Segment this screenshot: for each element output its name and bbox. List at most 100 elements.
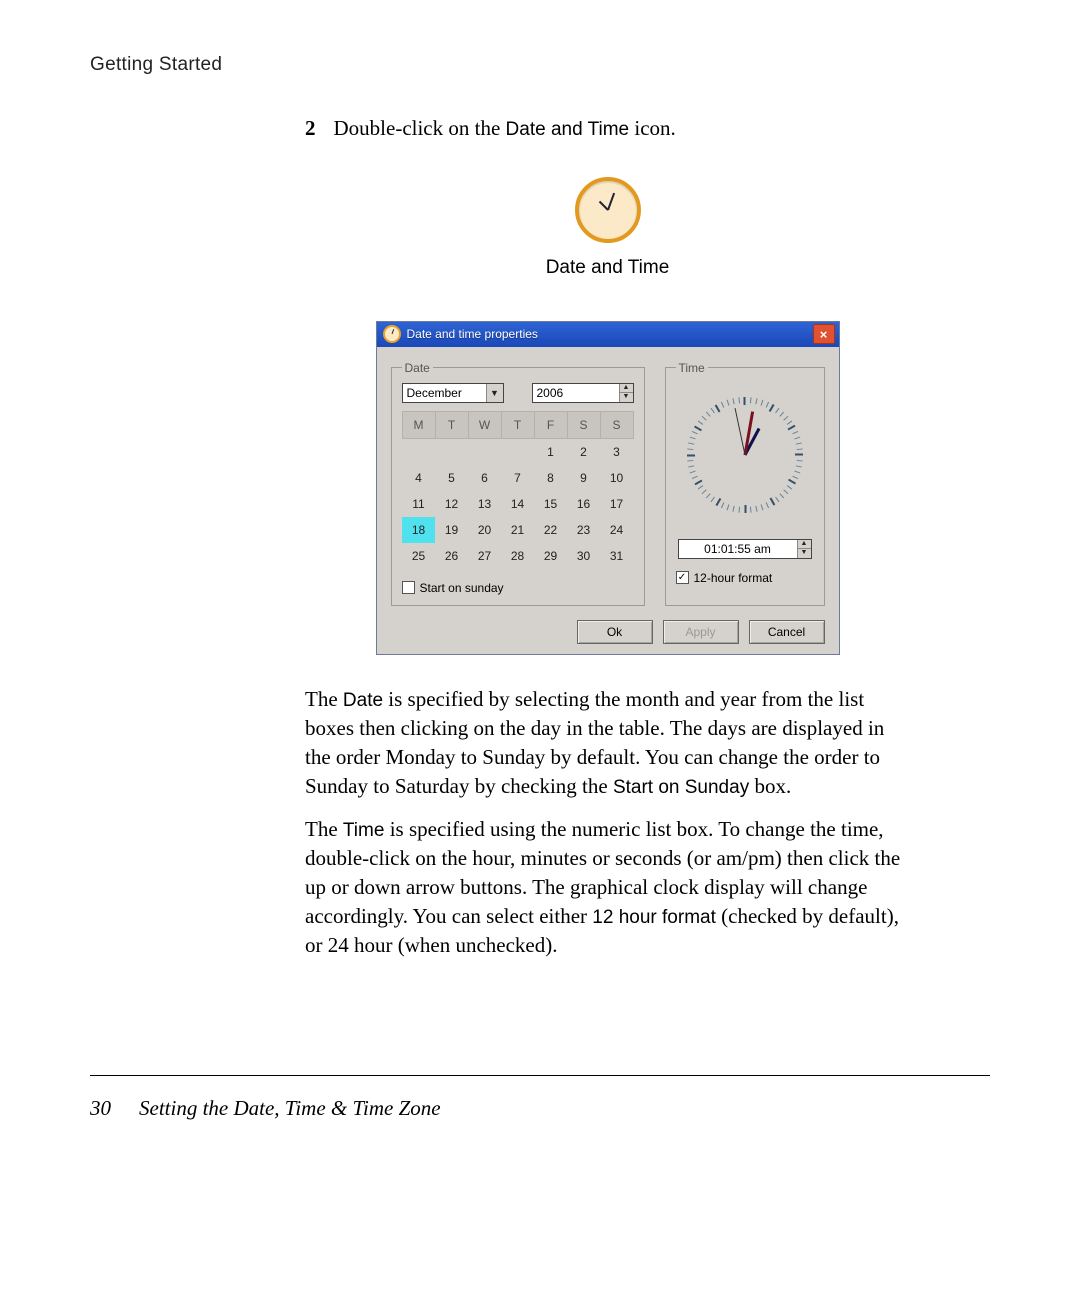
checkbox-box [402, 581, 415, 594]
year-input[interactable]: 2006 ▲▼ [532, 383, 634, 403]
ok-button[interactable]: Ok [577, 620, 653, 644]
step-number: 2 [305, 114, 316, 143]
ok-label: Ok [607, 625, 622, 639]
calendar-day[interactable]: 1 [534, 438, 567, 465]
year-value: 2006 [533, 384, 619, 402]
calendar-day[interactable]: 15 [534, 491, 567, 517]
start-sunday-checkbox[interactable]: Start on sunday [402, 581, 634, 595]
section-header: Getting Started [90, 54, 990, 76]
step-text-b: icon. [629, 116, 676, 140]
twelve-hour-checkbox[interactable]: ✓ 12-hour format [676, 571, 814, 585]
apply-label: Apply [685, 625, 715, 639]
date-time-dialog: Date and time properties × Date December… [376, 321, 840, 655]
calendar-table[interactable]: MTWTFSS123456789101112131415161718192021… [402, 411, 634, 569]
calendar-day[interactable]: 13 [468, 491, 501, 517]
calendar-day[interactable]: 3 [600, 438, 633, 465]
p2-ui-time: Time [343, 820, 385, 841]
calendar-day[interactable]: 21 [501, 517, 534, 543]
calendar-day[interactable]: 5 [435, 465, 468, 491]
calendar-dow: F [534, 411, 567, 438]
calendar-day[interactable]: 23 [567, 517, 600, 543]
time-spinner[interactable]: ▲▼ [797, 540, 811, 558]
calendar-day[interactable]: 30 [567, 543, 600, 569]
calendar-day[interactable]: 12 [435, 491, 468, 517]
calendar-day[interactable]: 31 [600, 543, 633, 569]
p2-ui-12hour: 12 hour format [592, 907, 716, 928]
calendar-day[interactable]: 9 [567, 465, 600, 491]
calendar-day[interactable]: 27 [468, 543, 501, 569]
calendar-day[interactable]: 17 [600, 491, 633, 517]
clock-icon [575, 177, 641, 243]
paragraph-date: The Date is specified by selecting the m… [305, 685, 910, 801]
apply-button[interactable]: Apply [663, 620, 739, 644]
dialog-titlebar: Date and time properties × [377, 322, 839, 347]
calendar-day[interactable]: 25 [402, 543, 435, 569]
calendar-day[interactable]: 29 [534, 543, 567, 569]
spin-down-icon: ▼ [797, 548, 811, 558]
p1-ui-date: Date [343, 690, 383, 711]
dialog-title: Date and time properties [407, 327, 813, 341]
p1c: box. [749, 774, 791, 798]
calendar-dow: W [468, 411, 501, 438]
step-ui-label: Date and Time [506, 119, 630, 140]
calendar-day[interactable]: 22 [534, 517, 567, 543]
footer-title: Setting the Date, Time & Time Zone [139, 1096, 441, 1120]
step-text-a: Double-click on the [334, 116, 506, 140]
p1a: The [305, 687, 343, 711]
calendar-day[interactable]: 2 [567, 438, 600, 465]
date-time-icon-block: Date and Time [305, 177, 910, 279]
calendar-day [402, 438, 435, 465]
page-number: 30 [90, 1096, 111, 1120]
calendar-day[interactable]: 7 [501, 465, 534, 491]
calendar-day[interactable]: 28 [501, 543, 534, 569]
analog-clock [685, 395, 805, 515]
date-fieldset: Date December ▼ 2006 ▲▼ MTWTFSS1234567 [391, 361, 645, 606]
calendar-day[interactable]: 19 [435, 517, 468, 543]
date-legend: Date [402, 361, 433, 375]
calendar-dow: S [600, 411, 633, 438]
twelve-hour-label: 12-hour format [694, 571, 773, 585]
calendar-day[interactable]: 18 [402, 517, 435, 543]
spin-down-icon: ▼ [619, 392, 633, 402]
calendar-dow: T [435, 411, 468, 438]
cancel-label: Cancel [768, 625, 805, 639]
calendar-day[interactable]: 20 [468, 517, 501, 543]
calendar-day[interactable]: 10 [600, 465, 633, 491]
calendar-dow: T [501, 411, 534, 438]
month-select[interactable]: December ▼ [402, 383, 504, 403]
footer-rule [90, 1075, 990, 1076]
calendar-day[interactable]: 24 [600, 517, 633, 543]
time-input[interactable]: 01:01:55 am ▲▼ [678, 539, 812, 559]
chevron-down-icon: ▼ [486, 384, 503, 402]
close-icon: × [820, 327, 828, 342]
paragraph-time: The Time is specified using the numeric … [305, 815, 910, 960]
time-legend: Time [676, 361, 708, 375]
start-sunday-label: Start on sunday [420, 581, 504, 595]
close-button[interactable]: × [813, 324, 835, 344]
calendar-day[interactable]: 4 [402, 465, 435, 491]
calendar-day[interactable]: 11 [402, 491, 435, 517]
p1b: is specified by selecting the month and … [305, 687, 884, 798]
cancel-button[interactable]: Cancel [749, 620, 825, 644]
spin-up-icon: ▲ [797, 540, 811, 549]
year-spinner[interactable]: ▲▼ [619, 384, 633, 402]
calendar-day[interactable]: 14 [501, 491, 534, 517]
calendar-day[interactable]: 26 [435, 543, 468, 569]
calendar-day[interactable]: 8 [534, 465, 567, 491]
calendar-day[interactable]: 6 [468, 465, 501, 491]
step-text: Double-click on the Date and Time icon. [334, 114, 676, 143]
checkbox-box: ✓ [676, 571, 689, 584]
spin-up-icon: ▲ [619, 384, 633, 393]
p1-ui-start-sunday: Start on Sunday [613, 777, 749, 798]
titlebar-clock-icon [383, 325, 401, 343]
calendar-day[interactable]: 16 [567, 491, 600, 517]
month-value: December [403, 386, 486, 400]
calendar-day [435, 438, 468, 465]
calendar-day [468, 438, 501, 465]
page-footer: 30 Setting the Date, Time & Time Zone [90, 1096, 441, 1121]
icon-caption: Date and Time [305, 257, 910, 279]
calendar-dow: M [402, 411, 435, 438]
step-row: 2 Double-click on the Date and Time icon… [305, 114, 910, 143]
calendar-dow: S [567, 411, 600, 438]
time-value: 01:01:55 am [679, 540, 797, 558]
